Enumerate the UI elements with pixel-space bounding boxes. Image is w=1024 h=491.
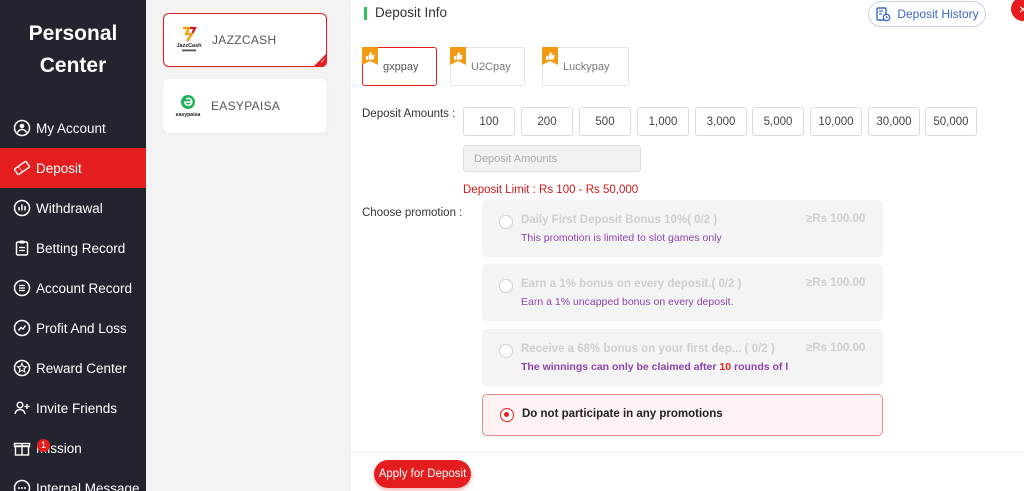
close-button[interactable]: × <box>1011 0 1024 21</box>
promotion-desc-rounds: 10 <box>719 361 732 373</box>
section-accent-bar <box>364 7 367 20</box>
invite-icon <box>13 399 31 417</box>
sidebar-item-label: Reward Center <box>36 360 127 376</box>
payment-option-u2cpay[interactable]: U2Cpay <box>450 47 525 86</box>
amount-option-10000[interactable]: 10,000 <box>810 107 862 136</box>
sidebar-item-withdrawal[interactable]: Withdrawal <box>0 188 146 228</box>
thumb-badge-icon <box>542 47 558 65</box>
promotion-option-1[interactable]: Daily First Deposit Bonus 10%( 0/2 ) ≥Rs… <box>482 200 883 257</box>
thumb-badge-icon <box>362 47 378 65</box>
promotion-title: Earn a 1% bonus on every deposit.( 0/2 ) <box>521 278 742 290</box>
promotion-title: Do not participate in any promotions <box>522 408 723 420</box>
promotion-min-amount: ≥Rs 100.00 <box>806 277 866 289</box>
channel-name: JAZZCASH <box>212 33 277 47</box>
easypaisa-logo-icon: easypaisa <box>173 91 203 121</box>
sidebar-title-line1: Personal <box>28 22 118 45</box>
user-circle-icon <box>13 119 31 137</box>
sidebar-item-label: My Account <box>36 120 106 136</box>
channel-easypaisa[interactable]: easypaisa EASYPAISA <box>163 79 327 133</box>
promotion-radio[interactable] <box>499 279 513 293</box>
promotion-option-3[interactable]: Receive a 68% bonus on your first dep...… <box>482 329 883 386</box>
selected-check-icon: ✓ <box>313 53 327 67</box>
promotion-description: This promotion is limited to slot games … <box>521 232 722 244</box>
channel-list: JazzCash JAZZCASH ✓ easypaisa EASYPAISA <box>146 0 351 491</box>
history-doc-icon <box>876 7 891 22</box>
sidebar-item-label: Profit And Loss <box>36 320 127 336</box>
channel-jazzcash[interactable]: JazzCash JAZZCASH ✓ <box>163 13 327 67</box>
promotion-title: Receive a 68% bonus on your first dep...… <box>521 343 775 355</box>
promotion-option-none[interactable]: Do not participate in any promotions <box>482 394 883 436</box>
deposit-amount-input[interactable] <box>463 145 641 172</box>
promotion-radio-selected[interactable] <box>500 408 514 422</box>
sidebar-item-betting-record[interactable]: Betting Record <box>0 228 146 268</box>
promotion-description: The winnings can only be claimed after 1… <box>521 361 791 373</box>
gift-icon: 1 <box>13 439 50 457</box>
list-icon <box>13 279 31 297</box>
footer-divider <box>351 452 1024 453</box>
thumb-badge-icon <box>450 47 466 65</box>
amount-option-5000[interactable]: 5,000 <box>752 107 804 136</box>
promotion-option-2[interactable]: Earn a 1% bonus on every deposit.( 0/2 )… <box>482 264 883 321</box>
sidebar-item-deposit[interactable]: Deposit <box>0 148 146 188</box>
amount-option-50000[interactable]: 50,000 <box>925 107 977 136</box>
sidebar-title-text: Personal Center <box>0 18 146 82</box>
jazzcash-logo-icon: JazzCash <box>174 25 204 55</box>
sidebar-item-account-record[interactable]: Account Record <box>0 268 146 308</box>
deposit-amounts-label: Deposit Amounts : <box>362 108 456 120</box>
sidebar-item-label: Withdrawal <box>36 200 103 216</box>
promotion-desc-post: rounds of l <box>731 361 789 373</box>
promotion-min-amount: ≥Rs 100.00 <box>806 213 866 225</box>
sidebar-item-label: Deposit <box>36 160 82 176</box>
promotion-title: Daily First Deposit Bonus 10%( 0/2 ) <box>521 214 718 226</box>
sidebar-item-label: Invite Friends <box>36 400 118 416</box>
promotion-description: Earn a 1% uncapped bonus on every deposi… <box>521 296 734 308</box>
bars-icon <box>13 199 31 217</box>
sidebar: Personal Center My Account Deposit Withd… <box>0 0 146 491</box>
deposit-history-button[interactable]: Deposit History <box>868 1 986 27</box>
deposit-history-label: Deposit History <box>897 7 979 21</box>
amount-option-30000[interactable]: 30,000 <box>868 107 920 136</box>
mission-badge: 1 <box>37 439 50 452</box>
promotion-radio[interactable] <box>499 344 513 358</box>
sidebar-item-reward-center[interactable]: Reward Center <box>0 348 146 388</box>
sidebar-item-mission[interactable]: 1 Mission <box>0 428 146 468</box>
apply-for-deposit-button[interactable]: Apply for Deposit <box>374 460 471 488</box>
amount-option-100[interactable]: 100 <box>463 107 515 136</box>
payment-option-label: Luckypay <box>563 60 610 73</box>
sidebar-item-label: Internal Message <box>36 480 140 491</box>
sidebar-item-profit-and-loss[interactable]: Profit And Loss <box>0 308 146 348</box>
close-icon: × <box>1018 1 1024 17</box>
payment-option-label: U2Cpay <box>471 60 511 73</box>
sidebar-item-label: Betting Record <box>36 240 126 256</box>
sidebar-title: Personal Center <box>0 18 146 82</box>
sidebar-item-my-account[interactable]: My Account <box>0 108 146 148</box>
ticket-icon <box>13 159 31 177</box>
chart-icon <box>13 319 31 337</box>
sidebar-item-label: Account Record <box>36 280 133 296</box>
channel-name: EASYPAISA <box>211 99 281 113</box>
svg-text:easypaisa: easypaisa <box>176 112 201 118</box>
sidebar-title-line2: Center <box>39 54 107 77</box>
deposit-panel: Deposit Info Deposit History × gxppay U2… <box>351 0 1024 491</box>
deposit-limit-text: Deposit Limit : Rs 100 - Rs 50,000 <box>463 184 639 196</box>
clipboard-icon <box>13 239 31 257</box>
svg-text:JazzCash: JazzCash <box>176 43 202 49</box>
payment-option-luckypay[interactable]: Luckypay <box>542 47 629 86</box>
message-icon <box>13 479 31 491</box>
promotion-min-amount: ≥Rs 100.00 <box>806 342 866 354</box>
section-title: Deposit Info <box>375 5 448 20</box>
amount-option-3000[interactable]: 3,000 <box>695 107 747 136</box>
star-circle-icon <box>13 359 31 377</box>
payment-option-label: gxppay <box>383 60 419 73</box>
amount-option-500[interactable]: 500 <box>579 107 631 136</box>
sidebar-item-internal-message[interactable]: Internal Message <box>0 468 146 491</box>
payment-option-gxppay[interactable]: gxppay <box>362 47 437 86</box>
amount-option-200[interactable]: 200 <box>521 107 573 136</box>
promotion-desc-pre: The winnings can only be claimed after <box>521 361 720 373</box>
promotion-radio[interactable] <box>499 215 513 229</box>
sidebar-item-invite-friends[interactable]: Invite Friends <box>0 388 146 428</box>
amount-option-1000[interactable]: 1,000 <box>637 107 689 136</box>
choose-promotion-label: Choose promotion : <box>362 207 463 219</box>
